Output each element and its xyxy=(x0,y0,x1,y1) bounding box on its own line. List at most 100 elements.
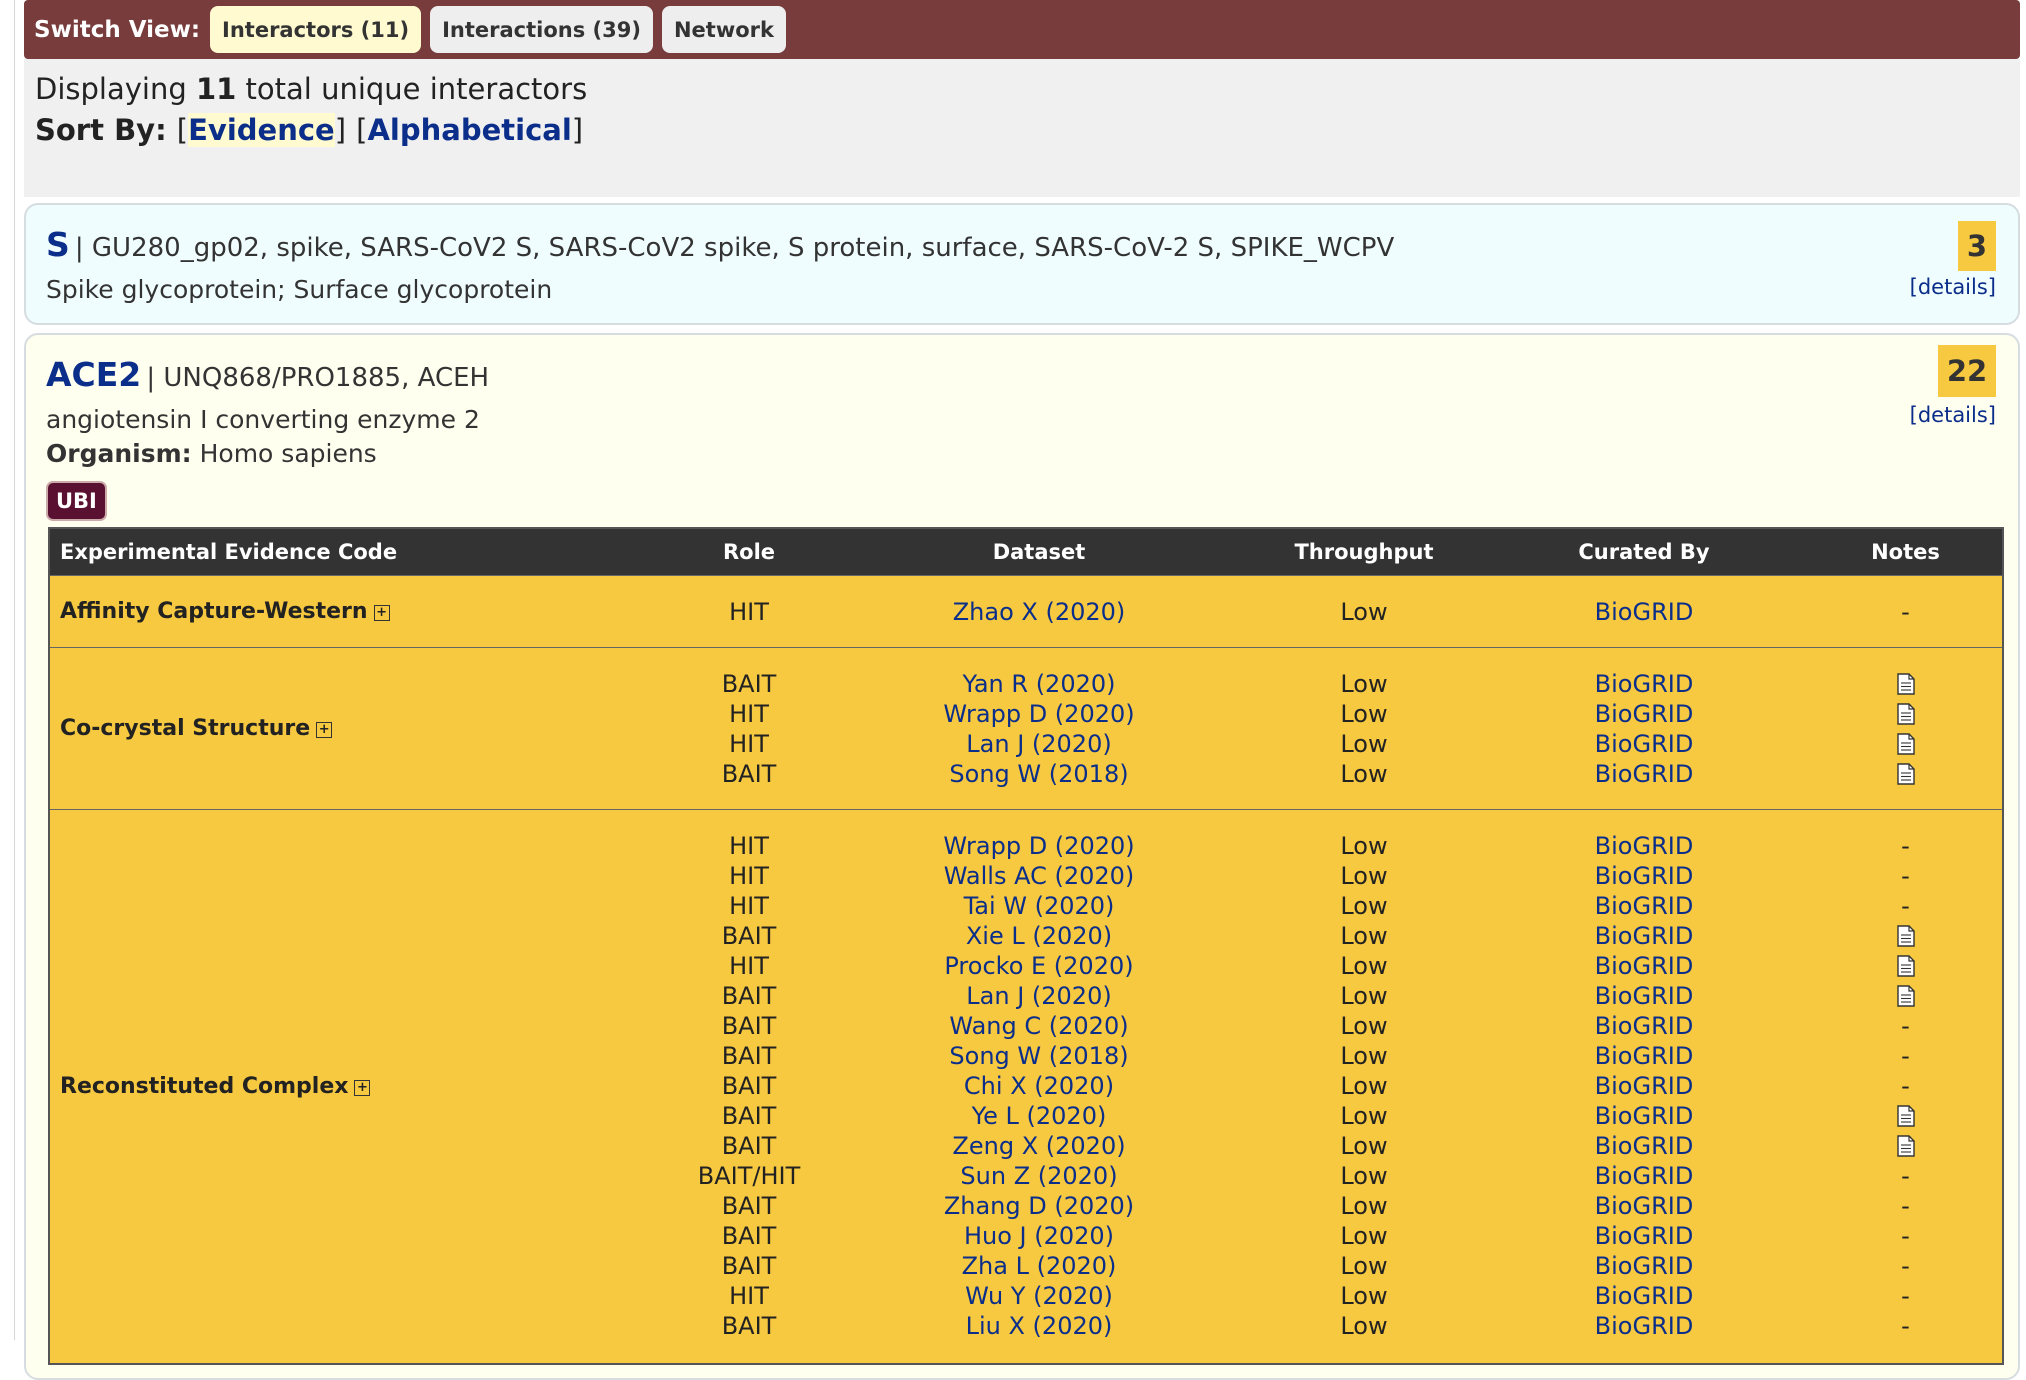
curated-by-link[interactable]: BioGRID xyxy=(1595,729,1694,759)
note-document-icon[interactable] xyxy=(1896,669,1915,699)
curated-by-link[interactable]: BioGRID xyxy=(1595,759,1694,789)
note-value: - xyxy=(1901,1012,1910,1041)
dataset-cell: Wrapp D (2020) Walls AC (2020) Tai W (2020… xyxy=(829,809,1249,1364)
curated-by-link[interactable]: BioGRID xyxy=(1595,831,1694,861)
dataset-link[interactable]: Wrapp D (2020) xyxy=(943,699,1134,729)
note-document-icon[interactable] xyxy=(1896,921,1915,951)
expand-icon[interactable]: + xyxy=(316,722,333,738)
sort-alphabetical-link[interactable]: Alphabetical xyxy=(367,113,571,147)
curated-by-link[interactable]: BioGRID xyxy=(1595,1221,1694,1251)
throughput-cell: Low xyxy=(1249,575,1479,648)
dataset-link[interactable]: Walls AC (2020) xyxy=(944,861,1135,891)
details-link[interactable]: [details] xyxy=(1910,403,1996,427)
dataset-link[interactable]: Zeng X (2020) xyxy=(952,1131,1125,1161)
curated-by-link[interactable]: BioGRID xyxy=(1595,1011,1694,1041)
role-value: HIT xyxy=(729,729,769,758)
dataset-link[interactable]: Xie L (2020) xyxy=(966,921,1112,951)
throughput-value: Low xyxy=(1340,862,1388,891)
details-link[interactable]: [details] xyxy=(1910,275,1996,299)
sort-evidence-link[interactable]: Evidence xyxy=(188,113,335,147)
switch-view-label: Switch View: xyxy=(34,16,201,43)
interactor-synonyms: GU280_gp02, spike, SARS-CoV2 S, SARS-CoV… xyxy=(91,233,1395,263)
organism-value: Homo sapiens xyxy=(199,439,377,468)
evidence-code: Affinity Capture-Western xyxy=(60,599,368,624)
dataset-link[interactable]: Song W (2018) xyxy=(949,759,1128,789)
curated-by-link[interactable]: BioGRID xyxy=(1595,1161,1694,1191)
curated-by-link[interactable]: BioGRID xyxy=(1595,981,1694,1011)
dataset-link[interactable]: Lan J (2020) xyxy=(966,729,1111,759)
throughput-value: Low xyxy=(1340,1102,1388,1131)
role-cell: HIT xyxy=(669,575,829,648)
dataset-link[interactable]: Song W (2018) xyxy=(949,1041,1128,1071)
role-value: BAIT xyxy=(721,1072,777,1101)
curated-by-link[interactable]: BioGRID xyxy=(1595,951,1694,981)
throughput-value: Low xyxy=(1340,669,1388,698)
interactions-view-button[interactable]: Interactions (39) xyxy=(430,6,653,53)
dataset-link[interactable]: Lan J (2020) xyxy=(966,981,1111,1011)
note-document-icon[interactable] xyxy=(1896,729,1915,759)
interactor-description: Spike glycoprotein; Surface glycoprotein xyxy=(46,275,553,304)
throughput-value: Low xyxy=(1340,1282,1388,1311)
notes-cell: - xyxy=(1809,575,2003,648)
interactors-view-button[interactable]: Interactors (11) xyxy=(210,6,422,53)
dataset-link[interactable]: Chi X (2020) xyxy=(964,1071,1114,1101)
dataset-link[interactable]: Zha L (2020) xyxy=(962,1251,1117,1281)
evidence-code: Reconstituted Complex xyxy=(60,1073,349,1099)
note-value: - xyxy=(1901,1312,1910,1341)
curated-by-link[interactable]: BioGRID xyxy=(1595,1101,1694,1131)
curated-by-link[interactable]: BioGRID xyxy=(1595,1281,1694,1311)
note-document-icon[interactable] xyxy=(1896,981,1915,1011)
throughput-value: Low xyxy=(1340,922,1388,951)
interactor-symbol-link[interactable]: S xyxy=(46,225,70,264)
dataset-link[interactable]: Wu Y (2020) xyxy=(965,1281,1113,1311)
network-view-button[interactable]: Network xyxy=(661,6,786,53)
interactor-description: angiotensin I converting enzyme 2 xyxy=(46,405,480,434)
role-value: HIT xyxy=(729,832,769,861)
dataset-link[interactable]: Ye L (2020) xyxy=(972,1101,1107,1131)
curated-by-link[interactable]: BioGRID xyxy=(1595,1071,1694,1101)
note-document-icon[interactable] xyxy=(1896,1101,1915,1131)
interactor-symbol-link[interactable]: ACE2 xyxy=(46,355,141,394)
curated-by-link[interactable]: BioGRID xyxy=(1595,699,1694,729)
dataset-link[interactable]: Sun Z (2020) xyxy=(960,1161,1117,1191)
expand-icon[interactable]: + xyxy=(373,605,390,621)
throughput-value: Low xyxy=(1340,1312,1388,1341)
curated-by-link[interactable]: BioGRID xyxy=(1595,1041,1694,1071)
sort-by-label: Sort By: xyxy=(35,113,167,147)
sort-by-row: Sort By: [Evidence] [Alphabetical] xyxy=(35,113,584,147)
dataset-link[interactable]: Liu X (2020) xyxy=(966,1311,1113,1341)
note-document-icon[interactable] xyxy=(1896,951,1915,981)
throughput-value: Low xyxy=(1340,982,1388,1011)
dataset-link[interactable]: Zhao X (2020) xyxy=(953,597,1126,627)
dataset-link[interactable]: Wang C (2020) xyxy=(949,1011,1128,1041)
dataset-link[interactable]: Huo J (2020) xyxy=(964,1221,1114,1251)
dataset-cell: Yan R (2020) Wrapp D (2020) Lan J (2020) So… xyxy=(829,647,1249,810)
dataset-link[interactable]: Wrapp D (2020) xyxy=(943,831,1134,861)
throughput-value: Low xyxy=(1340,1222,1388,1251)
curated-by-link[interactable]: BioGRID xyxy=(1595,921,1694,951)
dataset-link[interactable]: Zhang D (2020) xyxy=(944,1191,1134,1221)
role-value: BAIT xyxy=(721,982,777,1011)
curated-by-link[interactable]: BioGRID xyxy=(1595,597,1694,627)
role-value: HIT xyxy=(729,862,769,891)
evidence-group-row: Co-crystal Structure + BAIT HIT HIT BAIT Yan R… xyxy=(49,647,2003,810)
curated-by-link[interactable]: BioGRID xyxy=(1595,1251,1694,1281)
curated-by-link[interactable]: BioGRID xyxy=(1595,1131,1694,1161)
notes-cell: ------------ xyxy=(1809,809,2003,1364)
curated-by-link[interactable]: BioGRID xyxy=(1595,1191,1694,1221)
dataset-link[interactable]: Tai W (2020) xyxy=(964,891,1115,921)
dataset-link[interactable]: Yan R (2020) xyxy=(962,669,1115,699)
curated-by-link[interactable]: BioGRID xyxy=(1595,1311,1694,1341)
expand-icon[interactable]: + xyxy=(354,1079,371,1096)
dataset-link[interactable]: Procko E (2020) xyxy=(944,951,1133,981)
throughput-value: Low xyxy=(1340,759,1388,788)
role-cell: HIT HIT HIT BAIT HIT BAIT BAIT BAIT BAIT BAIT BAIT… xyxy=(669,809,829,1364)
throughput-value: Low xyxy=(1340,952,1388,981)
note-document-icon[interactable] xyxy=(1896,699,1915,729)
curated-by-link[interactable]: BioGRID xyxy=(1595,669,1694,699)
note-document-icon[interactable] xyxy=(1896,759,1915,789)
curated-by-link[interactable]: BioGRID xyxy=(1595,861,1694,891)
note-document-icon[interactable] xyxy=(1896,1131,1915,1161)
column-header: Dataset xyxy=(829,528,1249,576)
curated-by-link[interactable]: BioGRID xyxy=(1595,891,1694,921)
